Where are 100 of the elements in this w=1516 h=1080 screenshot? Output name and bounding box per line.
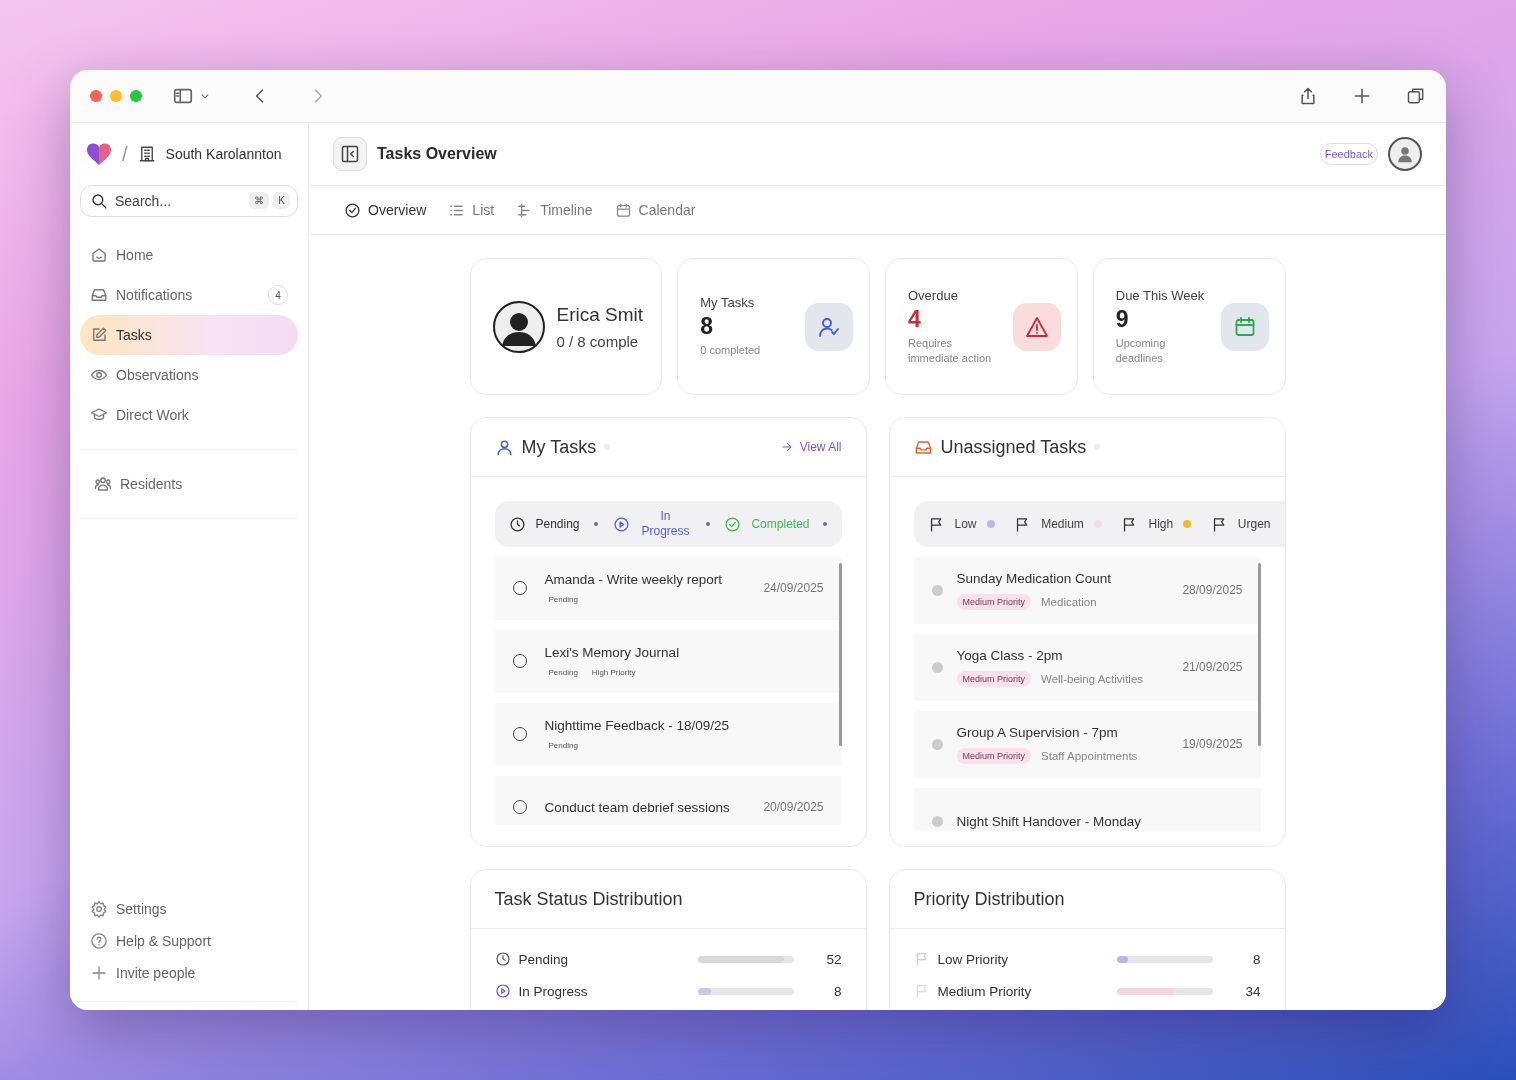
- user-name: Erica Smit: [556, 303, 645, 326]
- check-circle-icon: [724, 515, 742, 533]
- priority-filter[interactable]: Urgen: [1210, 515, 1271, 533]
- share-icon: [1298, 86, 1318, 106]
- inbox-icon: [90, 286, 108, 304]
- due-date: 28/09/2025: [1182, 583, 1243, 597]
- distribution-label: In Progress: [518, 983, 589, 999]
- sidebar-item[interactable]: Home: [80, 235, 298, 275]
- due-date: 20/09/2025: [763, 800, 824, 814]
- priority-filter[interactable]: High: [1121, 515, 1192, 533]
- stat-note: 0 completed: [700, 343, 762, 358]
- sidebar-item[interactable]: Residents: [80, 464, 298, 504]
- sidebar-item[interactable]: Help & Support: [80, 925, 298, 957]
- sidebar-item[interactable]: Settings: [80, 893, 298, 925]
- status-dot: [931, 815, 943, 827]
- task-title[interactable]: Amanda - Write weekly report: [544, 572, 746, 587]
- arrow-right-icon: [779, 440, 794, 454]
- page-title: Tasks Overview: [377, 145, 498, 163]
- stat-value: 9: [1115, 305, 1130, 333]
- priority-tag: Medium Priority: [956, 593, 1031, 610]
- view-tab[interactable]: Overview: [344, 201, 427, 219]
- status-filter[interactable]: Pending: [508, 515, 598, 533]
- stat-value: 8: [700, 313, 715, 341]
- check-circle-icon: [344, 201, 361, 219]
- stat-label: My Tasks: [700, 295, 756, 311]
- play-circle-icon: [612, 515, 630, 533]
- shortcut-key: ⌘: [249, 192, 270, 209]
- building-icon: [137, 145, 156, 163]
- panel-title: My Tasks: [521, 436, 597, 458]
- stat-label: Overdue: [908, 287, 959, 303]
- panel-collapse-icon: [340, 144, 360, 164]
- task-tag: Pending: [544, 741, 578, 750]
- view-tab[interactable]: Timeline: [516, 201, 593, 219]
- distribution-count: 52: [825, 951, 842, 967]
- distribution-label: Low Priority: [937, 951, 1010, 967]
- task-title[interactable]: Yoga Class - 2pm: [956, 647, 1169, 663]
- breadcrumb-separator: /: [122, 142, 128, 166]
- task-tag: Pending: [544, 668, 578, 677]
- organization-name[interactable]: South Karolannton: [165, 146, 282, 162]
- new-tab-icon: [1352, 86, 1372, 106]
- stat-note: Upcoming deadlines: [1115, 335, 1167, 366]
- avatar-silhouette-icon: [492, 300, 545, 353]
- tab-overview-icon: [1406, 86, 1426, 106]
- priority-filter[interactable]: Medium: [1014, 515, 1102, 533]
- panel-title: Unassigned Tasks: [940, 436, 1087, 458]
- task-title[interactable]: Lexi's Memory Journal: [544, 645, 824, 660]
- status-filter[interactable]: In Progress: [612, 509, 710, 539]
- due-date: 19/09/2025: [1182, 737, 1243, 751]
- collapse-sidebar-button[interactable]: [333, 137, 367, 171]
- due-date: 24/09/2025: [763, 581, 824, 595]
- status-dot: [931, 661, 943, 673]
- scrollbar[interactable]: [838, 563, 842, 746]
- due-date: 21/09/2025: [1182, 660, 1243, 674]
- panel-title: Task Status Distribution: [494, 888, 683, 910]
- pencil-square-icon: [90, 326, 108, 344]
- clock-icon: [508, 515, 526, 533]
- help-icon: [90, 932, 108, 950]
- panel-title: Priority Distribution: [913, 888, 1065, 910]
- sidebar-item[interactable]: Notifications 4: [80, 275, 298, 315]
- priority-filter[interactable]: Low: [927, 515, 995, 533]
- sidebar-item[interactable]: Tasks: [80, 315, 298, 355]
- stat-note: Requires immediate action: [908, 335, 993, 366]
- stat-label: Due This Week: [1115, 287, 1206, 303]
- task-title[interactable]: Group A Supervision - 7pm: [956, 724, 1169, 740]
- distribution-label: Pending: [518, 951, 570, 967]
- feedback-button[interactable]: Feedback: [1319, 143, 1378, 165]
- task-category: Staff Appointments: [1041, 749, 1138, 762]
- distribution-count: 8: [833, 983, 842, 999]
- sidebar-item[interactable]: Direct Work: [80, 395, 298, 435]
- task-category: Medication: [1041, 595, 1097, 608]
- task-category: Well-being Activities: [1041, 672, 1144, 685]
- distribution-count: 34: [1244, 983, 1261, 999]
- task-title[interactable]: Conduct team debrief sessions: [544, 799, 746, 815]
- view-all-link[interactable]: View All: [779, 440, 842, 454]
- sidebar-item[interactable]: Invite people: [80, 957, 298, 989]
- user-avatar[interactable]: [1388, 137, 1422, 171]
- play-circle-icon: [494, 983, 511, 999]
- calendar-icon: [614, 201, 632, 219]
- distribution-label: Medium Priority: [937, 983, 1033, 999]
- clock-icon: [494, 951, 511, 967]
- people-icon: [94, 475, 112, 493]
- stat-value: 4: [908, 305, 922, 333]
- task-title[interactable]: Nighttime Feedback - 18/09/25: [544, 718, 824, 733]
- priority-tag: Medium Priority: [956, 670, 1031, 687]
- plus-icon: [90, 964, 108, 982]
- view-tab[interactable]: List: [448, 201, 495, 219]
- task-title[interactable]: Sunday Medication Count: [956, 570, 1169, 586]
- status-dot: [931, 738, 943, 750]
- task-tag: High Priority: [587, 668, 636, 677]
- priority-tag: Medium Priority: [956, 747, 1031, 764]
- scrollbar[interactable]: [1257, 563, 1261, 746]
- sidebar-item[interactable]: Observations: [80, 355, 298, 395]
- status-dot: [931, 584, 943, 596]
- home-icon: [90, 246, 108, 264]
- task-tag: Pending: [544, 595, 578, 604]
- heart-logo-icon: [86, 142, 112, 166]
- distribution-count: 8: [1252, 951, 1261, 967]
- settings-icon: [90, 900, 108, 918]
- close-window-button[interactable]: [90, 90, 102, 102]
- view-tab[interactable]: Calendar: [614, 201, 696, 219]
